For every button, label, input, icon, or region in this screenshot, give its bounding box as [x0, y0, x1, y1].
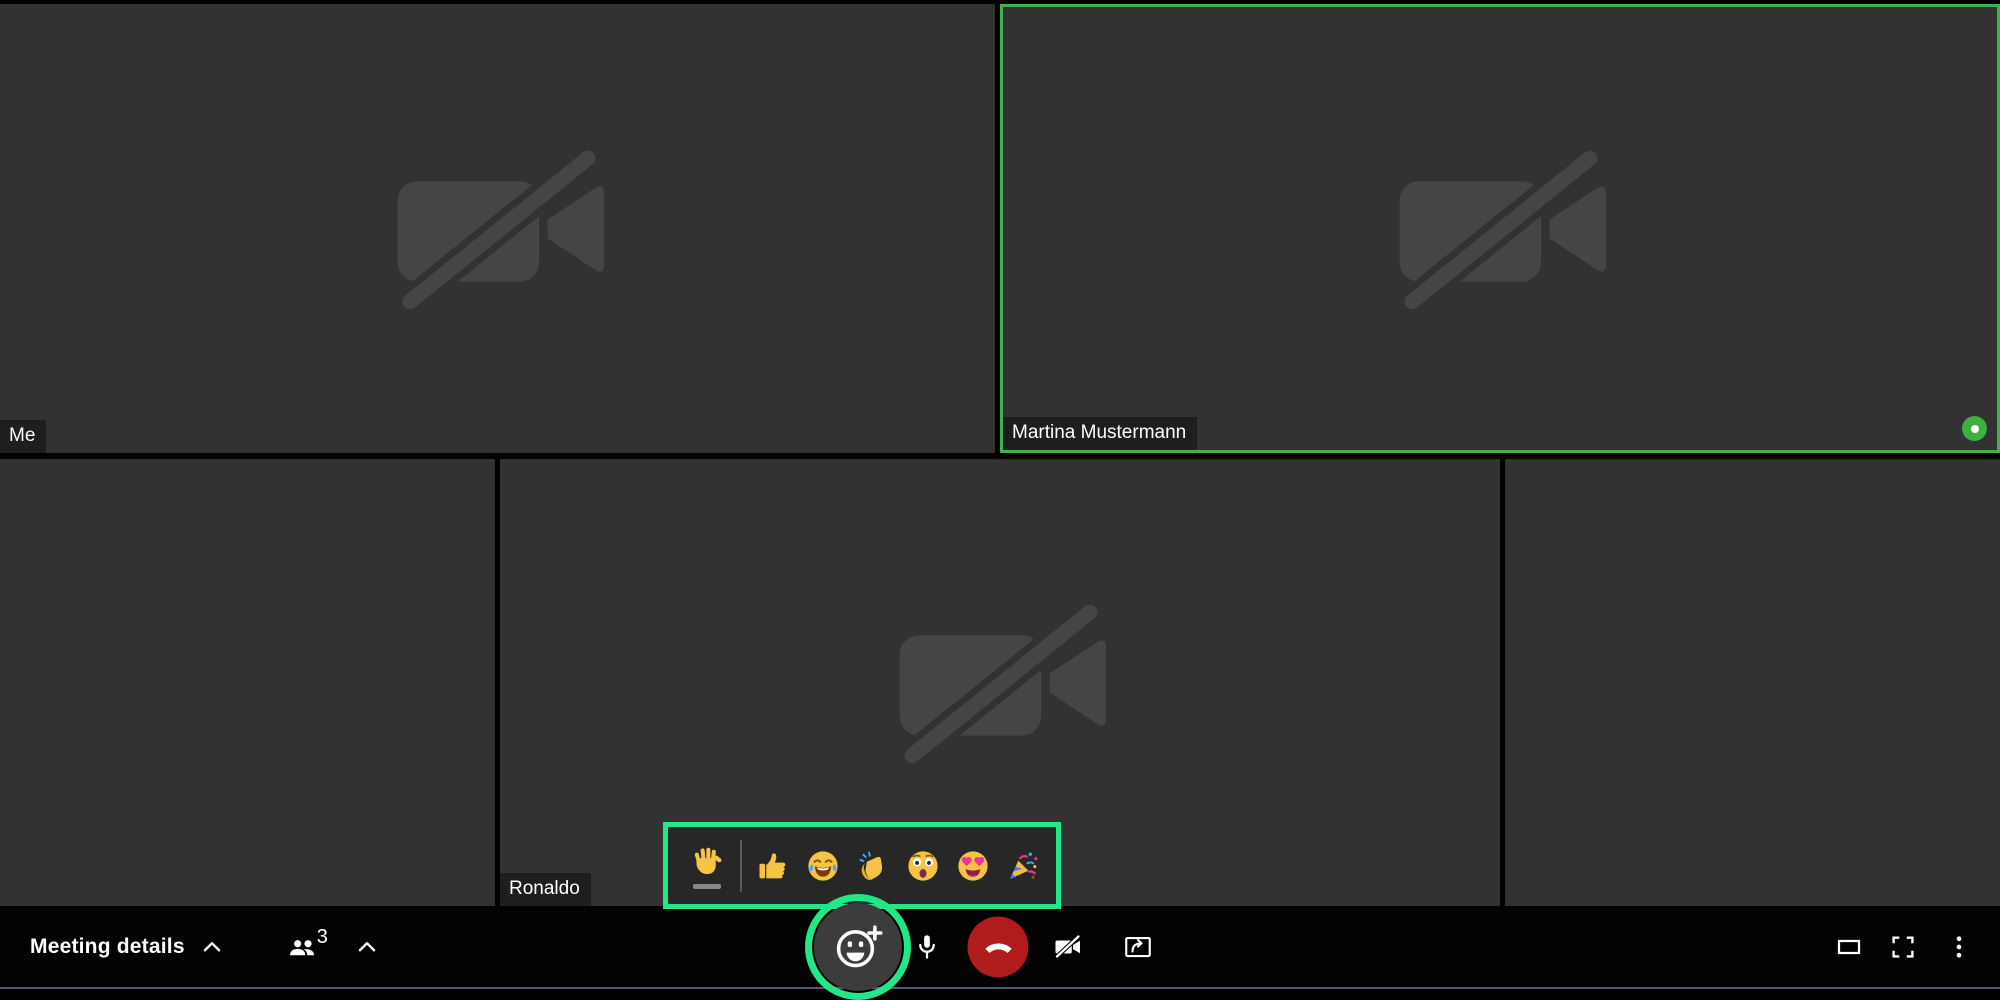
reaction-clap[interactable]: [854, 847, 892, 885]
camera-off-icon: [885, 597, 1115, 769]
thumbs-up-emoji-icon: [755, 848, 791, 884]
fullscreen-icon: [1888, 932, 1918, 962]
cam-off-icon: [1053, 932, 1083, 962]
video-tile-martina[interactable]: Martina Mustermann: [1000, 4, 2000, 453]
reaction-wow[interactable]: [904, 847, 942, 885]
tada-emoji-icon: [1005, 848, 1041, 884]
participant-name-label: Me: [0, 420, 46, 453]
raised-hand-emoji-icon: [689, 843, 725, 879]
share-icon: [1123, 932, 1153, 962]
video-tile-me[interactable]: Me: [0, 4, 995, 453]
reactions-button[interactable]: [814, 903, 902, 991]
heart-eyes-emoji-icon: [955, 848, 991, 884]
toolbar-left-group: Meeting details 3: [30, 906, 380, 987]
wow-emoji-icon: [905, 848, 941, 884]
fullscreen-button[interactable]: [1880, 924, 1926, 970]
participants-count: 3: [317, 927, 328, 947]
reaction-joy[interactable]: [804, 847, 842, 885]
toolbar-bottom-border: [0, 987, 2000, 989]
participants-icon: [287, 932, 319, 964]
reactions-divider: [740, 840, 742, 892]
audio-level-indicator: [1962, 416, 1987, 441]
empty-stage-panel: [0, 459, 495, 906]
tile-view-button[interactable]: [1826, 924, 1872, 970]
more-button[interactable]: [1936, 924, 1982, 970]
hangup-button[interactable]: [968, 917, 1029, 978]
screenshare-button[interactable]: [1115, 924, 1161, 970]
empty-stage-panel: [1505, 459, 2000, 906]
participants-button[interactable]: 3: [287, 929, 328, 964]
mic-icon: [912, 932, 942, 962]
participant-name-label: Ronaldo: [500, 873, 591, 906]
reaction-heart-eyes[interactable]: [954, 847, 992, 885]
participant-name-label: Martina Mustermann: [1003, 417, 1197, 450]
reaction-tada[interactable]: [1004, 847, 1042, 885]
camera-off-icon: [1385, 143, 1615, 315]
smiley-plus-icon: [831, 920, 885, 974]
meeting-details-button[interactable]: Meeting details: [30, 934, 225, 960]
camera-off-icon: [383, 143, 613, 315]
tile-view-icon: [1834, 932, 1864, 962]
meeting-details-label: Meeting details: [30, 935, 185, 959]
chevron-up-icon: [354, 934, 380, 960]
camera-button[interactable]: [1045, 924, 1091, 970]
microphone-button[interactable]: [904, 924, 950, 970]
hangup-icon: [981, 930, 1015, 964]
reaction-thumbs-up[interactable]: [754, 847, 792, 885]
clap-emoji-icon: [855, 848, 891, 884]
toolbar-collapse-button[interactable]: [354, 934, 380, 960]
reactions-bar-items: [688, 840, 1042, 892]
reactions-bar-highlight: [663, 822, 1061, 909]
more-vert-icon: [1944, 932, 1974, 962]
reaction-raised-hand[interactable]: [688, 842, 726, 880]
chevron-up-icon: [199, 934, 225, 960]
joy-emoji-icon: [805, 848, 841, 884]
